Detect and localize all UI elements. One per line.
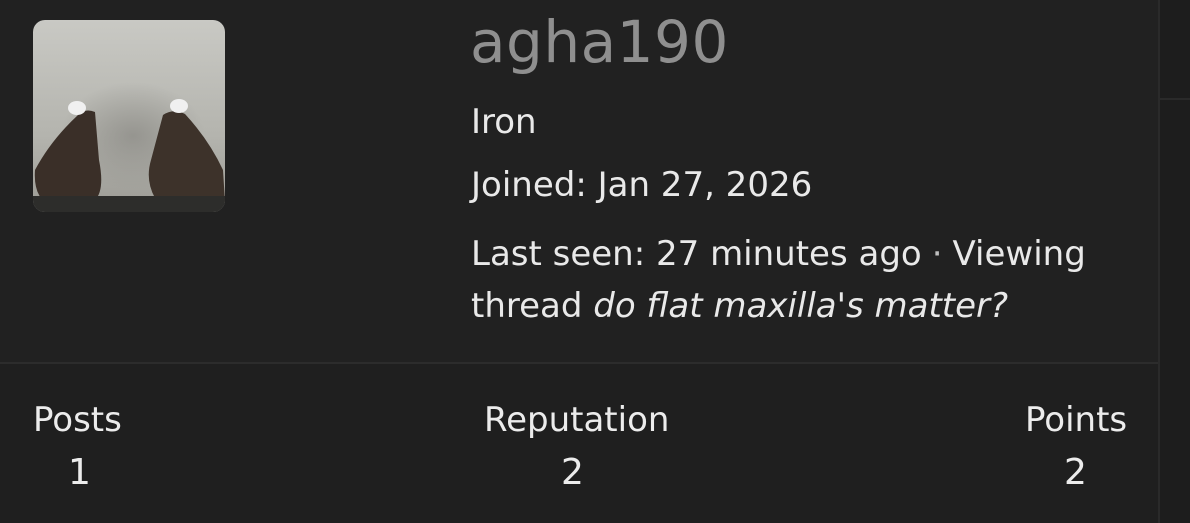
last-seen-activity: Last seen: 27 minutes ago · Viewing thread… [471,228,1141,332]
joined-date: Joined: Jan 27, 2026 [471,165,813,205]
member-tooltip-card: agha190 Iron Joined: Jan 27, 2026 Last s… [0,0,1158,523]
username-link[interactable]: agha190 [470,8,729,76]
gutter-divider [1160,98,1190,100]
user-rank: Iron [471,102,537,142]
points-count[interactable]: 2 [1064,452,1087,493]
viewing-thread-link[interactable]: do flat maxilla's matter? [593,286,1008,326]
profile-page: agha190 Iron Joined: Jan 27, 2026 Last s… [0,0,1190,523]
right-page-gutter [1158,0,1190,523]
reputation-count[interactable]: 2 [561,452,584,493]
posts-label: Posts [33,400,122,440]
posts-count[interactable]: 1 [68,452,91,493]
reputation-label: Reputation [484,400,670,440]
separator-dot: · [931,234,943,274]
points-label: Points [1025,400,1128,440]
user-avatar[interactable] [33,20,225,212]
last-seen-text: Last seen: 27 minutes ago [471,234,922,274]
avatar-image [33,20,225,212]
member-stats-bar: Posts 1 Reputation 2 Points 2 [0,362,1158,523]
